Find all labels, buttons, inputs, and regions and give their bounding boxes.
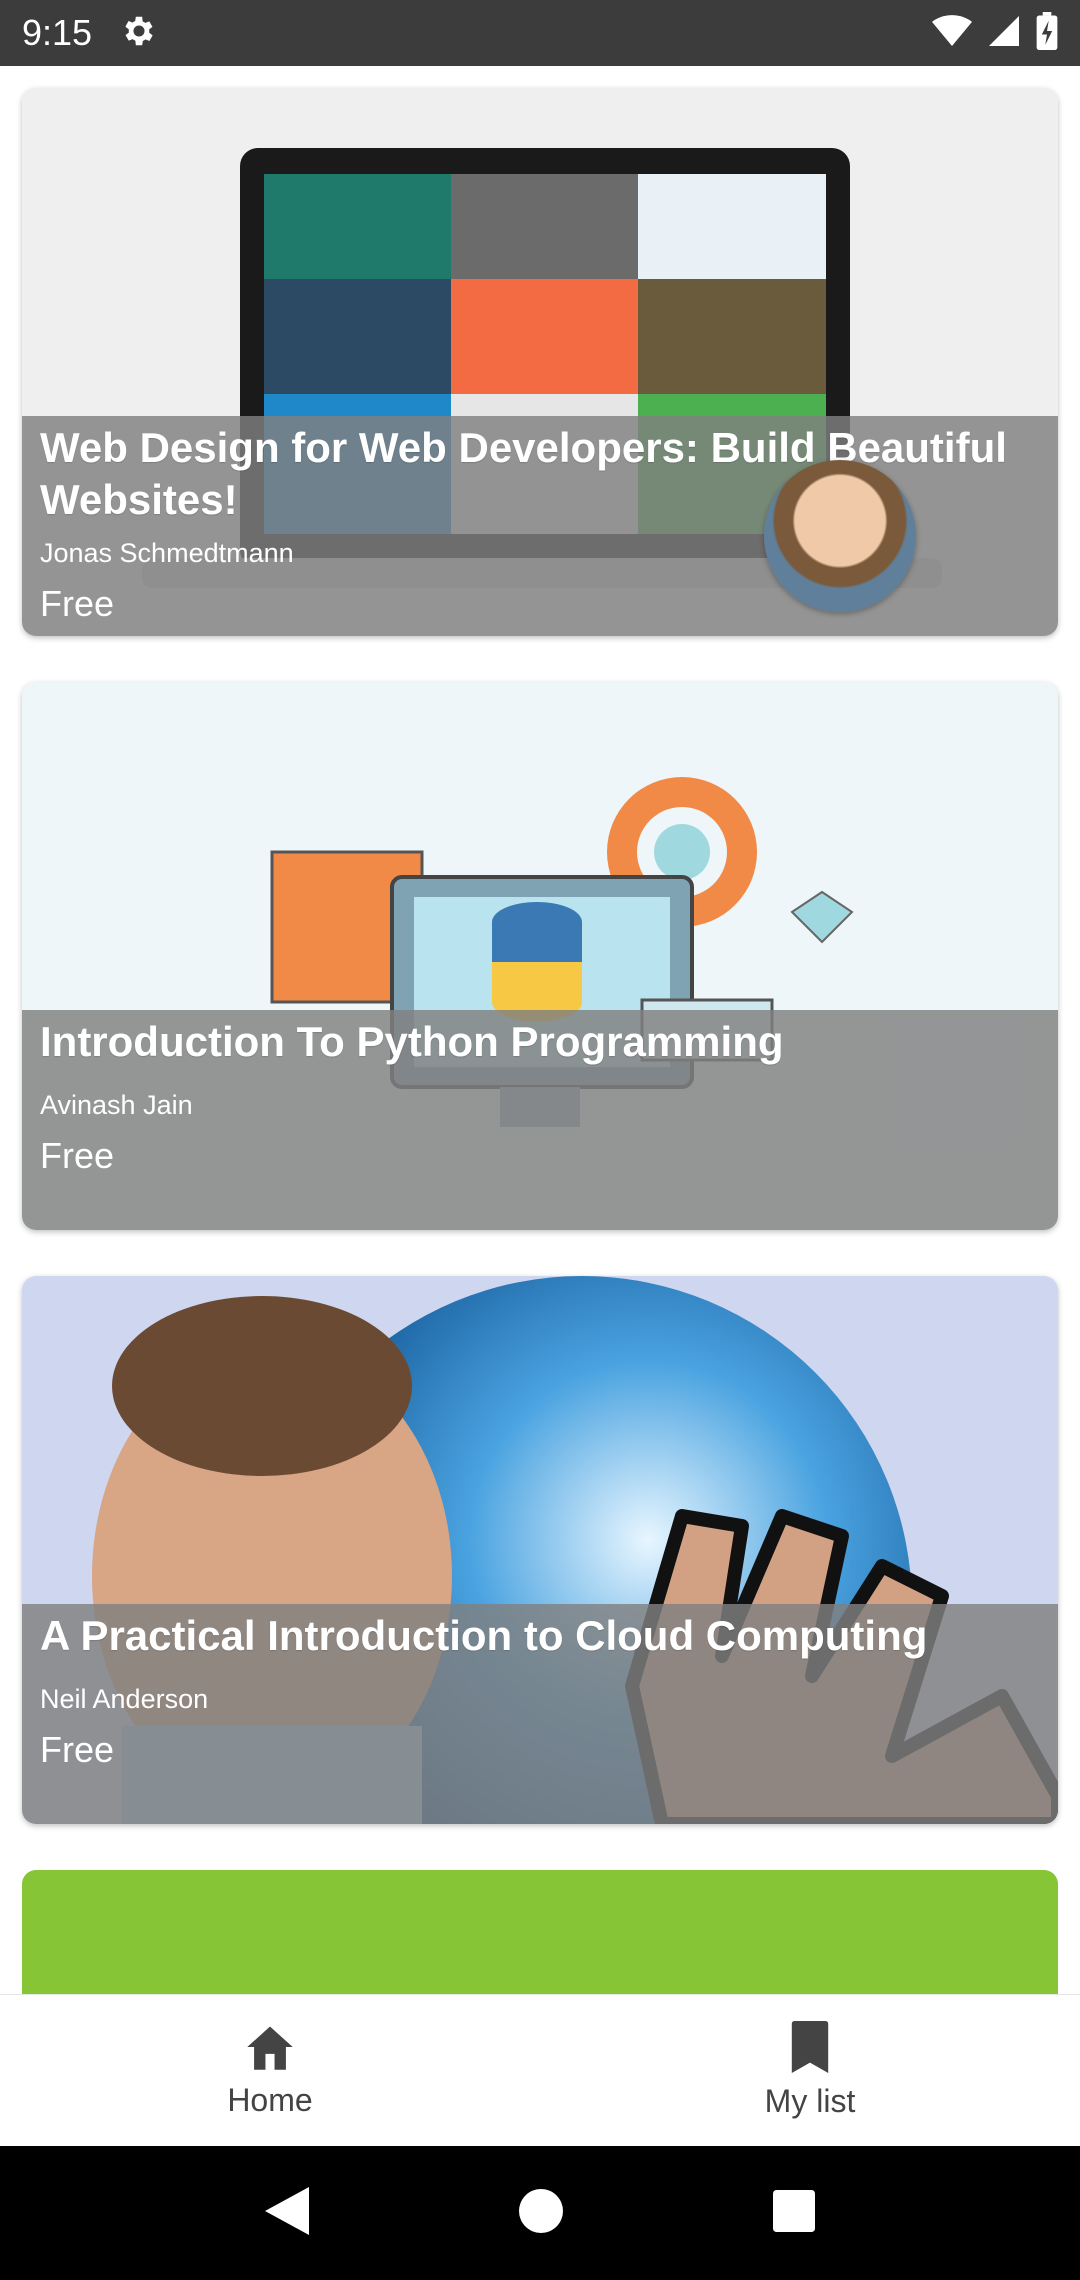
course-title: A Practical Introduction to Cloud Comput… (40, 1612, 928, 1659)
wifi-icon (932, 14, 972, 53)
card-info: Introduction To Python Programming Avina… (22, 1010, 1058, 1230)
course-card-python[interactable]: Introduction To Python Programming Avina… (22, 682, 1058, 1230)
system-navigation (0, 2146, 1080, 2280)
course-card-web-design[interactable]: Web Design for Web Developers: Build Bea… (22, 88, 1058, 636)
card-info: A Practical Introduction to Cloud Comput… (22, 1604, 1058, 1824)
course-price: Free (40, 1729, 115, 1770)
bookmark-icon (789, 2021, 831, 2073)
home-icon (242, 2022, 298, 2072)
course-feed[interactable]: Web Design for Web Developers: Build Bea… (0, 66, 1080, 1994)
course-author: Avinash Jain (40, 1090, 193, 1120)
bottom-nav: Home My list (0, 1994, 1080, 2146)
nav-my-list-label: My list (764, 2083, 856, 2119)
back-icon[interactable] (265, 2186, 309, 2240)
nav-home-label: Home (227, 2082, 313, 2118)
signal-icon (986, 13, 1022, 54)
avatar (764, 460, 916, 612)
status-time: 9:15 (22, 12, 93, 53)
recents-icon[interactable] (773, 2189, 815, 2237)
course-author: Neil Anderson (40, 1684, 209, 1714)
home-circle-icon[interactable] (519, 2188, 563, 2238)
course-card-partial[interactable] (22, 1870, 1058, 1994)
status-bar: 9:15 (0, 0, 1080, 66)
course-title: Introduction To Python Programming (40, 1018, 784, 1065)
settings-icon (120, 12, 158, 55)
nav-my-list[interactable]: My list (540, 1995, 1080, 2146)
course-price: Free (40, 1135, 115, 1176)
battery-icon (1036, 11, 1058, 55)
course-card-cloud[interactable]: A Practical Introduction to Cloud Comput… (22, 1276, 1058, 1824)
nav-home[interactable]: Home (0, 1995, 540, 2146)
